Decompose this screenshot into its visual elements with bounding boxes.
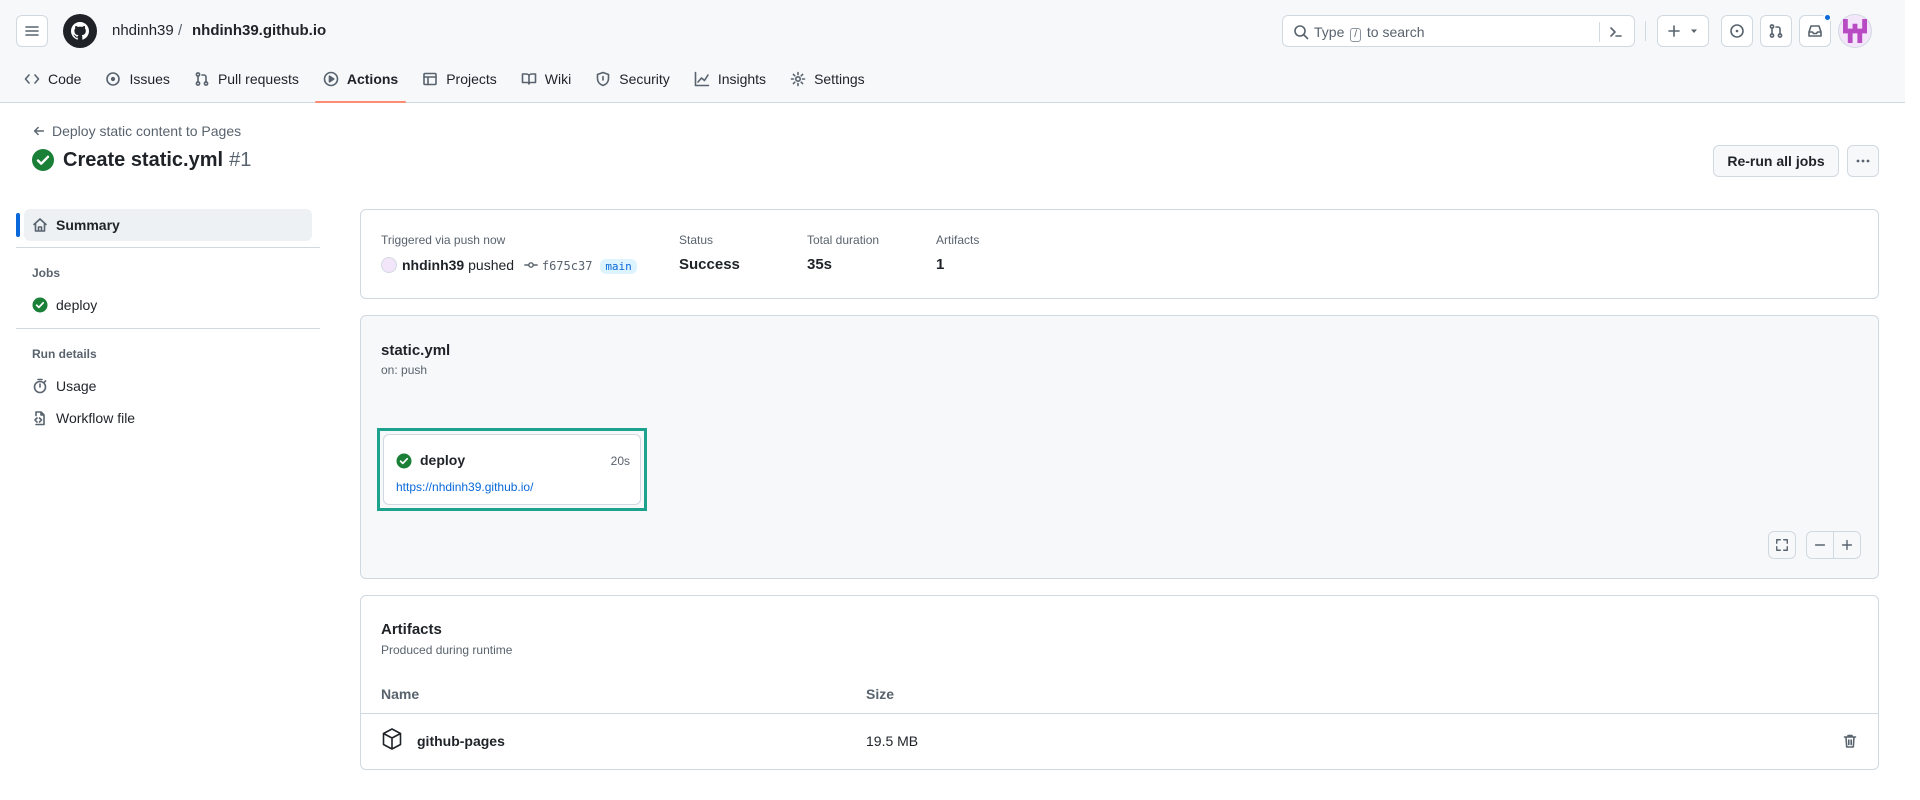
back-to-workflow-link[interactable]: Deploy static content to Pages — [32, 123, 241, 139]
branch-badge[interactable]: main — [600, 259, 637, 274]
package-icon — [382, 728, 402, 750]
duration-label: Total duration — [807, 233, 880, 247]
plus-icon — [1841, 539, 1853, 551]
trigger-details: nhdinh39 pushed f675c37 main — [381, 257, 637, 274]
sidebar-item-workflow-file[interactable]: Workflow file — [24, 402, 312, 434]
job-duration: 20s — [610, 454, 630, 468]
workflow-graph: static.yml on: push deploy 20s https://n… — [360, 315, 1879, 579]
fullscreen-button[interactable] — [1768, 531, 1796, 559]
search-icon — [1294, 25, 1309, 40]
menu-button[interactable] — [16, 15, 48, 47]
run-title: Create static.yml — [63, 148, 224, 171]
home-icon — [33, 218, 47, 232]
breadcrumb-separator: / — [178, 22, 183, 39]
artifact-name-link[interactable]: github-pages — [417, 733, 505, 749]
repo-nav: Code Issues Pull requests Actions Projec… — [16, 64, 881, 103]
job-name: deploy — [420, 452, 466, 468]
column-header-size: Size — [866, 686, 895, 702]
tab-issues[interactable]: Issues — [97, 64, 177, 94]
pull-request-icon — [1769, 24, 1783, 38]
artifacts-count[interactable]: 1 — [936, 256, 944, 273]
artifact-size: 19.5 MB — [866, 733, 919, 749]
book-icon — [521, 73, 537, 85]
search-placeholder: Type / to search — [1314, 24, 1425, 42]
tab-projects[interactable]: Projects — [414, 64, 505, 94]
check-circle-fill-icon — [32, 297, 48, 313]
notification-dot — [1823, 13, 1832, 22]
run-number: #1 — [229, 148, 252, 171]
git-commit-icon — [524, 262, 538, 268]
artifacts-card: Artifacts Produced during runtime Name S… — [360, 595, 1879, 770]
code-icon — [24, 74, 40, 84]
user-avatar[interactable] — [1838, 14, 1872, 48]
repo-name-link[interactable]: nhdinh39.github.io — [192, 22, 326, 39]
actor-link[interactable]: nhdinh39 — [402, 257, 464, 273]
run-summary-card: Triggered via push now nhdinh39 pushed f… — [360, 209, 1879, 299]
sidebar-item-deploy[interactable]: deploy — [24, 289, 312, 321]
deployment-url-link[interactable]: https://nhdinh39.github.io/ — [396, 480, 533, 494]
job-focus-ring: deploy 20s https://nhdinh39.github.io/ — [377, 428, 647, 511]
tab-wiki[interactable]: Wiki — [513, 64, 579, 94]
play-icon — [323, 71, 339, 87]
command-palette-icon[interactable] — [1608, 24, 1624, 40]
app-header: nhdinh39 / nhdinh39.github.io Type / to … — [0, 0, 1905, 103]
active-indicator — [16, 213, 20, 237]
gear-icon — [790, 71, 806, 87]
screen-full-icon — [1776, 539, 1788, 551]
create-new-button[interactable] — [1657, 15, 1709, 47]
run-details-heading: Run details — [32, 347, 97, 361]
artifacts-subtitle: Produced during runtime — [381, 643, 513, 657]
stopwatch-icon — [33, 378, 47, 394]
trash-icon[interactable] — [1842, 733, 1858, 749]
check-circle-fill-icon — [396, 453, 412, 469]
issue-icon — [106, 72, 121, 86]
pull-request-icon — [195, 72, 209, 86]
graph-icon — [694, 71, 710, 87]
search-input[interactable]: Type / to search — [1282, 15, 1635, 47]
plus-icon — [1668, 25, 1680, 37]
workflow-trigger: on: push — [381, 363, 428, 377]
table-icon — [423, 72, 438, 86]
dash-icon — [1814, 544, 1826, 546]
issues-button[interactable] — [1721, 15, 1753, 47]
status-label: Status — [679, 233, 714, 247]
inbox-icon — [1808, 25, 1822, 37]
kebab-horizontal-icon — [1856, 159, 1870, 163]
github-logo-icon[interactable] — [63, 14, 97, 48]
more-options-button[interactable] — [1847, 145, 1879, 177]
avatar — [381, 257, 397, 273]
identicon-icon — [1843, 19, 1867, 43]
duration-value: 35s — [807, 256, 833, 273]
job-card-deploy[interactable]: deploy 20s https://nhdinh39.github.io/ — [383, 434, 641, 505]
file-code-icon — [34, 411, 45, 426]
workflow-name: static.yml — [381, 342, 451, 359]
status-value: Success — [679, 256, 740, 273]
zoom-out-button[interactable] — [1806, 531, 1834, 559]
tab-code[interactable]: Code — [16, 64, 89, 94]
shield-icon — [596, 71, 610, 87]
tab-actions[interactable]: Actions — [314, 64, 407, 103]
sidebar-item-summary[interactable]: Summary — [24, 209, 312, 241]
sidebar-item-usage[interactable]: Usage — [24, 370, 312, 402]
arrow-left-icon — [33, 126, 45, 136]
page-title: Create static.yml #1 — [31, 148, 251, 172]
repo-owner-link[interactable]: nhdinh39 — [112, 22, 174, 39]
issue-icon — [1730, 24, 1744, 38]
hamburger-icon — [25, 26, 39, 36]
rerun-all-jobs-button[interactable]: Re-run all jobs — [1713, 145, 1839, 177]
tab-settings[interactable]: Settings — [782, 64, 873, 94]
triangle-down-icon — [1691, 29, 1697, 33]
tab-pull-requests[interactable]: Pull requests — [186, 64, 307, 94]
check-circle-fill-icon — [32, 149, 54, 171]
column-header-name: Name — [381, 686, 420, 702]
jobs-heading: Jobs — [32, 266, 61, 280]
tab-security[interactable]: Security — [587, 64, 678, 94]
zoom-in-button[interactable] — [1833, 531, 1861, 559]
artifacts-label: Artifacts — [936, 233, 980, 247]
artifacts-title: Artifacts — [381, 621, 442, 638]
commit-sha-link[interactable]: f675c37 — [542, 259, 593, 273]
tab-insights[interactable]: Insights — [686, 64, 774, 94]
trigger-label: Triggered via push now — [381, 233, 506, 247]
pull-requests-button[interactable] — [1760, 15, 1792, 47]
